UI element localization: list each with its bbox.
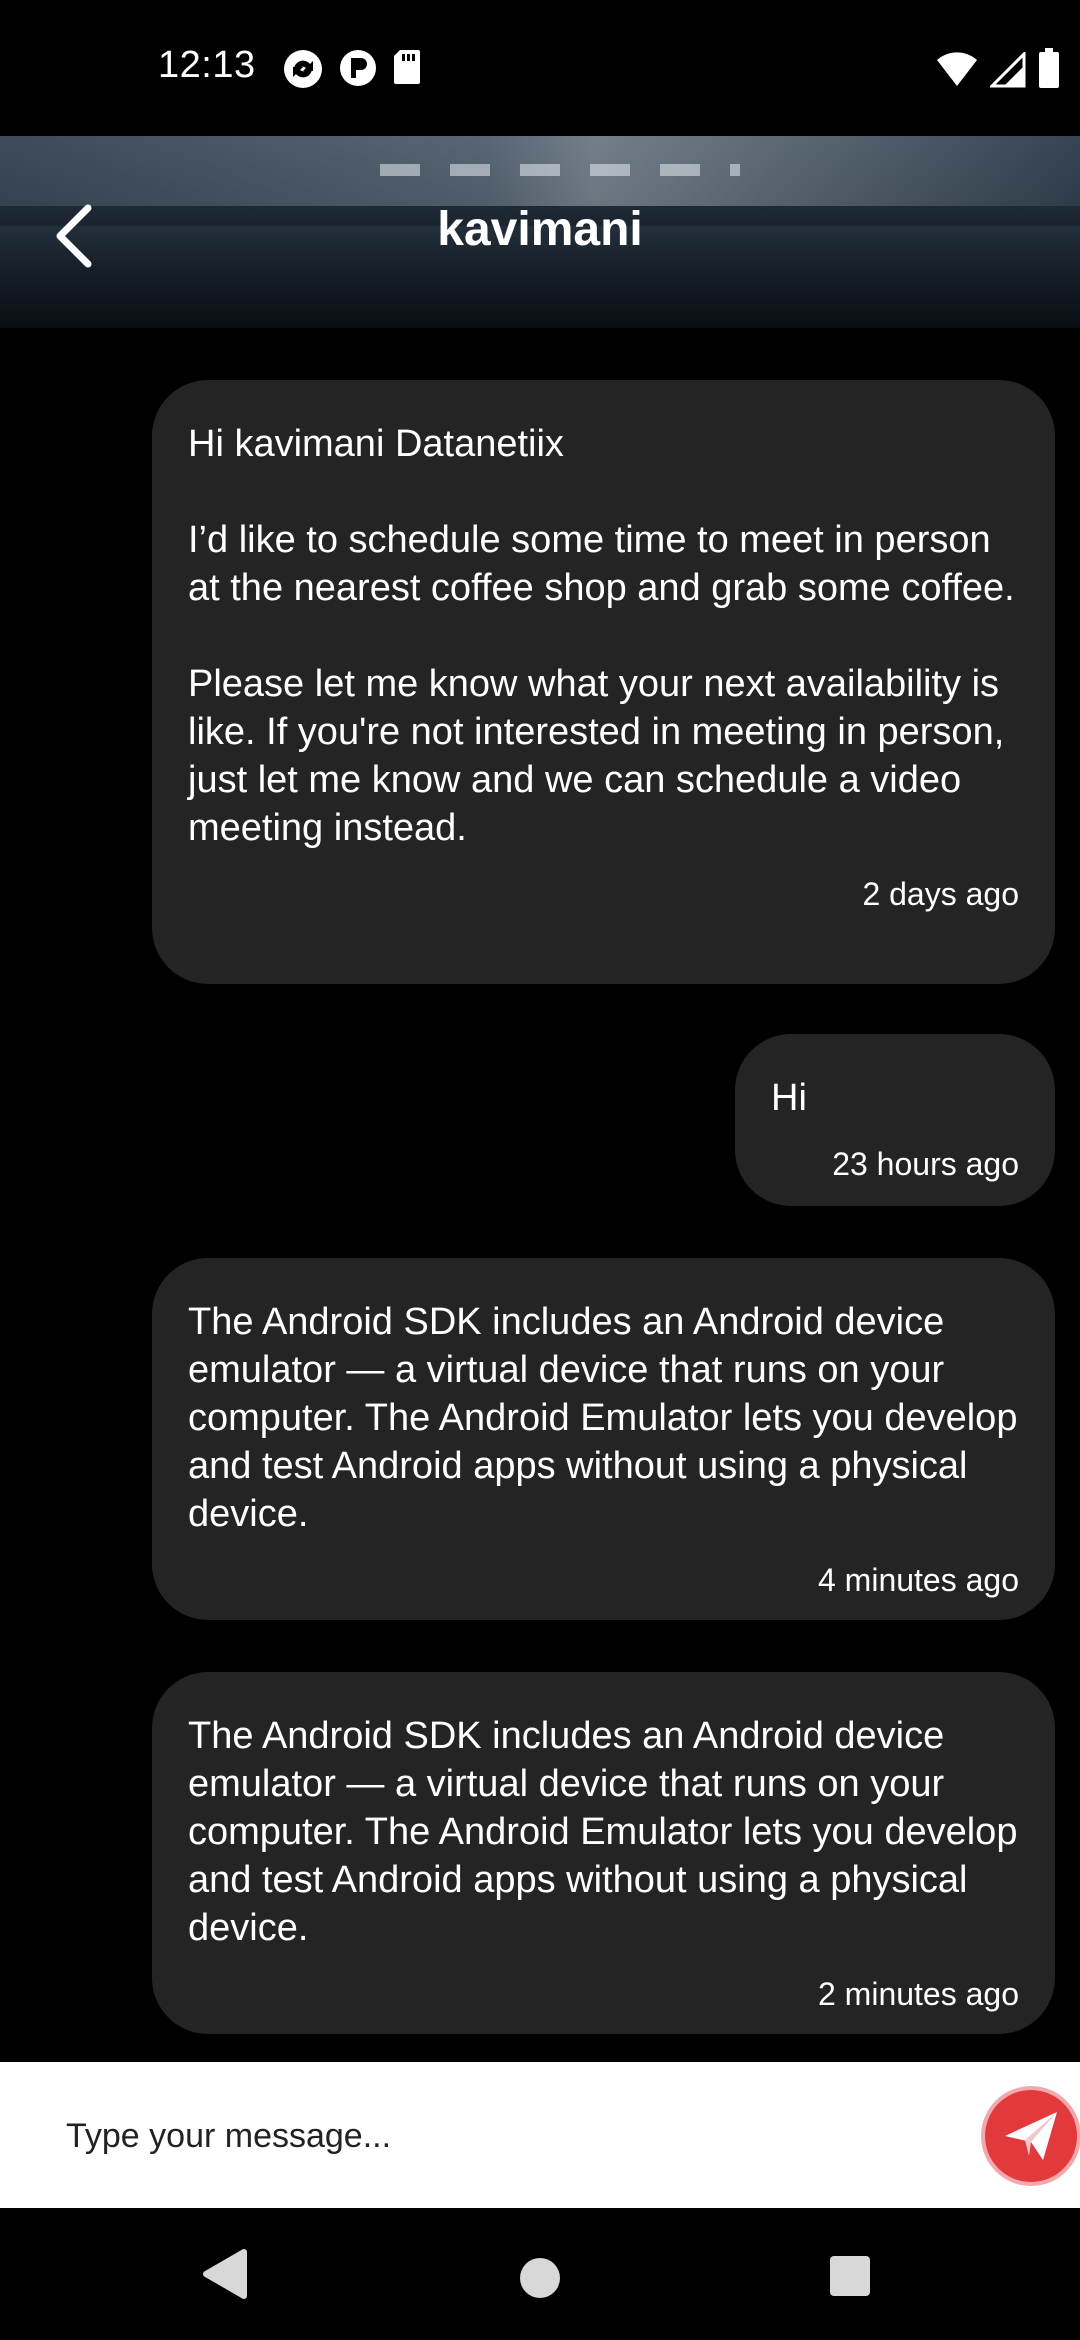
- message-list[interactable]: Hi kavimani Datanetiix I’d like to sched…: [0, 328, 1080, 2062]
- message-text: Hi kavimani Datanetiix I’d like to sched…: [188, 423, 1015, 849]
- message-time: 23 hours ago: [832, 1146, 1019, 1182]
- status-bar: 12:13: [0, 0, 1080, 136]
- message-time: 4 minutes ago: [817, 1562, 1019, 1598]
- status-time: 12:13: [158, 44, 256, 86]
- chat-title: kavimani: [437, 203, 643, 256]
- recents-square-icon: [830, 2256, 870, 2296]
- message-time: 2 days ago: [862, 876, 1019, 912]
- message-bubble[interactable]: Hi kavimani Datanetiix I’d like to sched…: [152, 380, 1055, 984]
- paper-plane-icon: [1005, 2112, 1057, 2160]
- send-button[interactable]: [985, 2090, 1077, 2182]
- signal-icon: [988, 50, 1026, 93]
- message-text: The Android SDK includes an Android devi…: [188, 1301, 1018, 1535]
- chat-header: kavimani: [0, 136, 1080, 328]
- message-bubble[interactable]: Hi 23 hours ago: [735, 1034, 1055, 1206]
- sync-icon: [282, 48, 324, 90]
- back-triangle-icon: [203, 2249, 247, 2299]
- header-lights: [380, 164, 740, 176]
- message-bubble[interactable]: The Android SDK includes an Android devi…: [152, 1258, 1055, 1620]
- message-input[interactable]: [64, 2086, 968, 2186]
- status-icons-right: [936, 48, 1060, 93]
- nav-back-button[interactable]: [200, 2246, 250, 2307]
- p-badge-icon: [338, 48, 378, 90]
- message-text: The Android SDK includes an Android devi…: [188, 1715, 1018, 1949]
- nav-recents-button[interactable]: [826, 2252, 874, 2305]
- message-text: Hi: [771, 1077, 807, 1119]
- battery-icon: [1038, 48, 1060, 93]
- message-composer: [0, 2062, 1080, 2208]
- wifi-icon: [936, 52, 978, 93]
- system-nav-bar: [0, 2208, 1080, 2340]
- nav-home-button[interactable]: [514, 2252, 566, 2309]
- status-icons-left: [282, 48, 422, 90]
- sd-card-icon: [392, 48, 422, 90]
- message-time: 2 minutes ago: [817, 1976, 1019, 2012]
- message-bubble[interactable]: The Android SDK includes an Android devi…: [152, 1672, 1055, 2034]
- home-circle-icon: [520, 2258, 560, 2298]
